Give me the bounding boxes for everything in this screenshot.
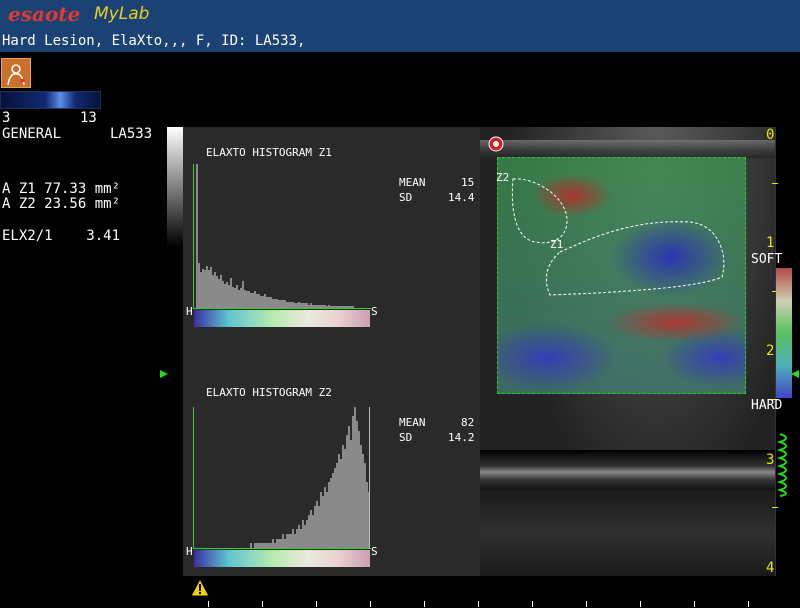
zone2-label: Z2 xyxy=(496,171,510,184)
gray-map-bar xyxy=(0,91,101,109)
esaote-badge-icon xyxy=(488,136,504,156)
gray-min: 3 xyxy=(2,110,11,126)
histogram1-x-axis xyxy=(193,308,371,309)
depth-label-2: 2 xyxy=(766,343,775,359)
probe-body-icon[interactable] xyxy=(1,58,31,88)
histogram2-mean-label: MEAN xyxy=(399,416,426,429)
histogram1-sd-value: 14.4 xyxy=(448,191,475,204)
brand-logo: esaote xyxy=(8,2,81,26)
depth-label-1: 1 xyxy=(766,235,775,251)
focus-marker-icon xyxy=(160,364,170,383)
depth-label-4: 4 xyxy=(766,560,775,576)
histogram2-sd-value: 14.2 xyxy=(448,431,475,444)
histogram-bar xyxy=(369,407,370,548)
histogram2-sd-label: SD xyxy=(399,431,413,444)
histogram1-left-label: H xyxy=(186,305,193,318)
lateral-ruler xyxy=(183,600,800,608)
preset-label: GENERAL xyxy=(2,126,62,142)
histogram1-title: ELAXTO HISTOGRAM Z1 xyxy=(206,146,332,159)
warning-icon[interactable] xyxy=(190,577,210,602)
histogram-bar xyxy=(250,543,252,548)
histogram2-plot xyxy=(194,407,370,548)
patient-id: LA533 xyxy=(110,126,153,142)
scale-hard-label: HARD xyxy=(751,398,783,413)
histogram2-mean-value: 82 xyxy=(461,416,475,429)
zone1-label: Z1 xyxy=(550,238,564,251)
histogram1-plot xyxy=(194,164,370,308)
histogram1-right-label: S xyxy=(371,305,378,318)
gray-max: 13 xyxy=(80,110,97,126)
histogram2-color-scale xyxy=(194,550,370,567)
histogram1-color-scale xyxy=(194,310,370,327)
patient-info: Hard Lesion, ElaXto,,, F, ID: LA533, xyxy=(2,33,306,49)
histogram2-right-label: S xyxy=(371,545,378,558)
area-z2: A Z2 23.56 mm² xyxy=(2,196,121,212)
histogram2-left-label: H xyxy=(186,545,193,558)
scale-soft-label: SOFT xyxy=(751,252,783,267)
strain-ratio: ELX2/1 3.41 xyxy=(2,228,121,244)
tgc-curve-icon xyxy=(776,432,796,502)
histogram1-mean-label: MEAN xyxy=(399,176,426,189)
grayscale-bar xyxy=(167,127,183,247)
product-name: MyLab xyxy=(94,4,150,24)
area-z1: A Z1 77.33 mm² xyxy=(2,181,121,197)
histogram2-x-axis xyxy=(193,548,371,549)
zone-outlines xyxy=(511,178,725,296)
histogram2-title: ELAXTO HISTOGRAM Z2 xyxy=(206,386,332,399)
histogram1-mean-value: 15 xyxy=(461,176,475,189)
focus-marker-icon xyxy=(791,364,800,383)
depth-label-3: 3 xyxy=(766,452,775,468)
depth-tick xyxy=(772,507,778,508)
histogram1-sd-label: SD xyxy=(399,191,413,204)
elasto-color-bar xyxy=(776,268,792,398)
depth-label-0: 0 xyxy=(766,127,775,143)
histogram-bar xyxy=(352,306,354,308)
histogram-panel: ELAXTO HISTOGRAM Z1 MEAN 15 SD 14.4 H S … xyxy=(183,127,480,576)
depth-tick xyxy=(772,183,778,184)
